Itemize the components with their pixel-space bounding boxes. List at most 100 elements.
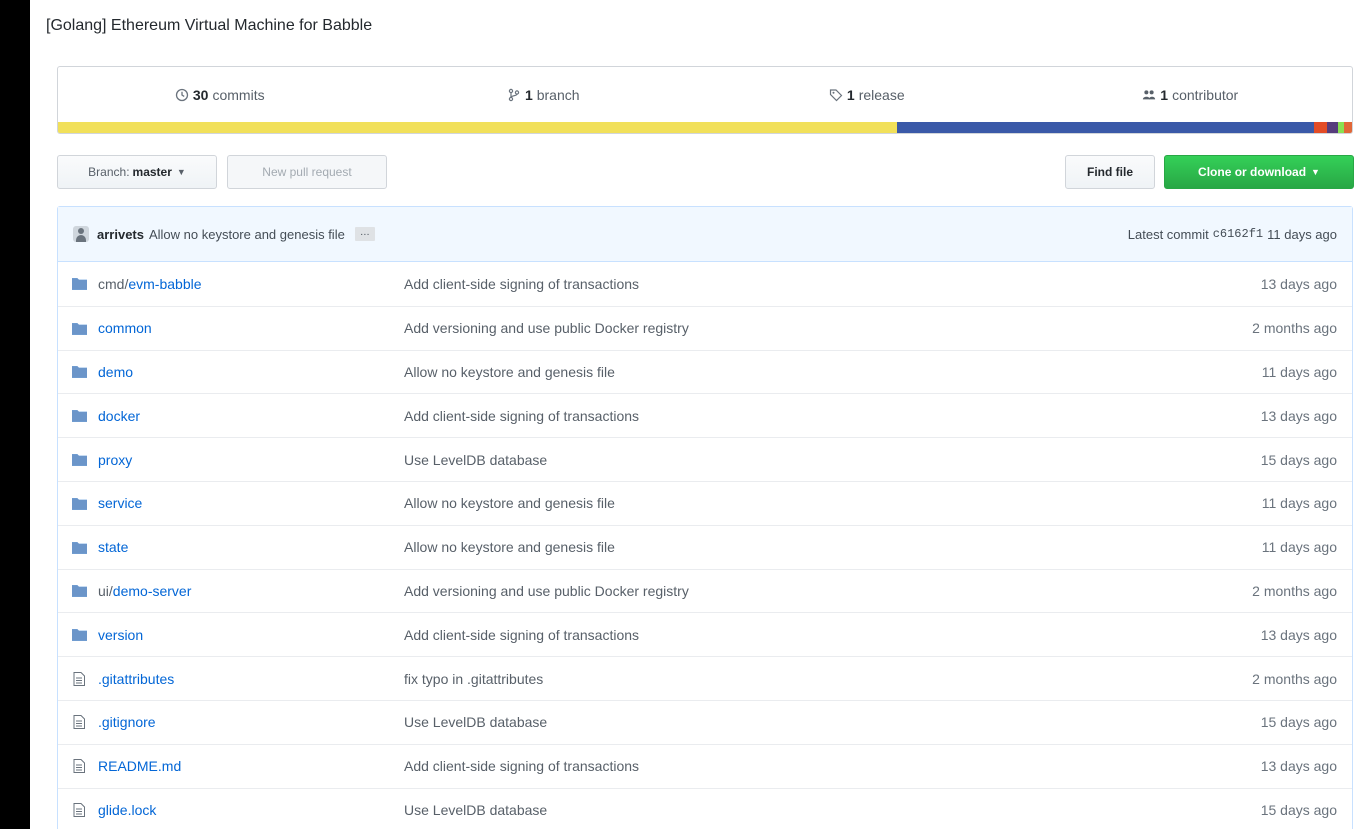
file-path-prefix: ui/ [98,582,113,599]
file-age: 13 days ago [1260,407,1337,424]
folder-icon [70,627,88,643]
commits-link[interactable]: 30 commits [58,87,382,103]
latest-commit-prefix: Latest commit [1127,226,1209,242]
commits-label: commits [212,86,265,103]
file-row: demo Allow no keystore and genesis file … [58,349,1352,394]
commit-sha[interactable]: c6162f1 [1213,227,1263,241]
file-commit-message[interactable]: Allow no keystore and genesis file [404,495,615,511]
latest-commit-info: Latest commit c6162f1 11 days ago [1128,207,1337,261]
file-age: 15 days ago [1260,451,1337,468]
releases-link[interactable]: 1 release [705,87,1029,103]
file-commit-message[interactable]: Use LevelDB database [404,452,547,468]
file-age: 13 days ago [1260,758,1337,775]
folder-icon [70,452,88,468]
branch-label: branch [536,86,580,103]
file-name: demo [98,363,134,380]
file-name: evm-babble [128,275,202,292]
file-name-link[interactable]: .gitignore [98,714,156,730]
file-name: state [98,539,129,556]
file-commit-message[interactable]: Add versioning and use public Docker reg… [404,583,689,599]
file-commit-message[interactable]: Add client-side signing of transactions [404,276,639,292]
file-name-link[interactable]: glide.lock [98,802,156,818]
file-commit-message[interactable]: Add client-side signing of transactions [404,758,639,774]
file-name: service [98,495,143,512]
file-name: demo-server [112,582,192,599]
find-file-button[interactable]: Find file [1065,155,1155,189]
new-pull-request-button[interactable]: New pull request [227,155,387,189]
file-name-link[interactable]: demo [98,364,133,380]
file-commit-message[interactable]: Allow no keystore and genesis file [404,364,615,380]
file-name-link[interactable]: proxy [98,452,132,468]
file-commit-message[interactable]: Add client-side signing of transactions [404,408,639,424]
tag-icon [829,88,843,101]
expand-commit-button[interactable]: … [354,227,375,241]
file-row: cmd/evm-babble Add client-side signing o… [58,262,1352,306]
branch-count: 1 [524,86,533,103]
file-age: 11 days ago [1261,363,1337,380]
file-commit-message[interactable]: Allow no keystore and genesis file [404,539,615,555]
history-icon [175,88,189,101]
repo-description: [Golang] Ethereum Virtual Machine for Ba… [46,17,373,34]
clone-download-button[interactable]: Clone or download ▼ [1164,155,1354,189]
commit-author[interactable]: arrivets [97,227,144,242]
file-name-link[interactable]: docker [98,408,140,424]
file-row: docker Add client-side signing of transa… [58,393,1352,437]
branch-select-button[interactable]: Branch: master ▼ [57,155,217,189]
file-age: 13 days ago [1260,626,1337,643]
file-icon [70,671,88,687]
file-row: service Allow no keystore and genesis fi… [58,480,1352,525]
file-name: .gitignore [98,714,156,731]
file-name-link[interactable]: .gitattributes [98,671,174,687]
file-name-link[interactable]: ui/demo-server [98,583,191,599]
file-name: glide.lock [98,801,157,818]
branch-icon [508,88,520,101]
file-age: 2 months ago [1252,320,1337,337]
folder-icon [70,364,88,380]
folder-icon [70,495,88,511]
file-age: 15 days ago [1260,801,1337,818]
contributors-link[interactable]: 1 contributor [1029,87,1353,103]
caret-down-icon: ▼ [176,167,186,177]
people-icon [1143,89,1156,99]
file-commit-message[interactable]: Use LevelDB database [404,802,547,818]
commit-message[interactable]: Allow no keystore and genesis file [149,227,345,242]
file-age: 15 days ago [1260,714,1337,731]
file-icon [70,758,88,774]
file-commit-message[interactable]: Use LevelDB database [404,714,547,730]
language-segment[interactable] [58,122,897,133]
avatar[interactable] [73,226,89,242]
branch-name: master [132,165,172,179]
file-commit-message[interactable]: Add client-side signing of transactions [404,627,639,643]
latest-commit-bar: arrivets Allow no keystore and genesis f… [58,207,1352,262]
file-age: 11 days ago [1261,495,1337,512]
clone-label: Clone or download [1198,165,1307,179]
file-name: README.md [98,758,182,775]
file-row: glide.lock Use LevelDB database 15 days … [58,787,1352,829]
language-segment[interactable] [896,122,1315,133]
folder-icon [70,539,88,555]
file-name-link[interactable]: README.md [98,758,181,774]
repo-summary: 30 commits 1 branch 1 release 1 contribu… [57,66,1353,134]
file-name-link[interactable]: service [98,495,142,511]
file-name-link[interactable]: state [98,539,128,555]
file-listing: arrivets Allow no keystore and genesis f… [57,206,1353,829]
language-segment[interactable] [1314,122,1328,133]
file-icon [70,802,88,818]
branches-link[interactable]: 1 branch [382,87,706,103]
file-name-link[interactable]: common [98,320,152,336]
contributor-count: 1 [1160,86,1169,103]
folder-icon [70,408,88,424]
file-row: .gitattributes fix typo in .gitattribute… [58,656,1352,700]
file-row: .gitignore Use LevelDB database 15 days … [58,699,1352,744]
file-name-link[interactable]: cmd/evm-babble [98,276,202,292]
file-name: version [98,626,144,643]
file-rows: cmd/evm-babble Add client-side signing o… [58,262,1352,829]
file-name-link[interactable]: version [98,627,143,643]
folder-icon [70,276,88,292]
commit-age: 11 days ago [1267,226,1337,242]
language-segment[interactable] [1344,122,1352,133]
language-segment[interactable] [1327,122,1338,133]
language-bar[interactable] [58,122,1352,133]
file-commit-message[interactable]: Add versioning and use public Docker reg… [404,320,689,336]
file-commit-message[interactable]: fix typo in .gitattributes [404,671,543,687]
